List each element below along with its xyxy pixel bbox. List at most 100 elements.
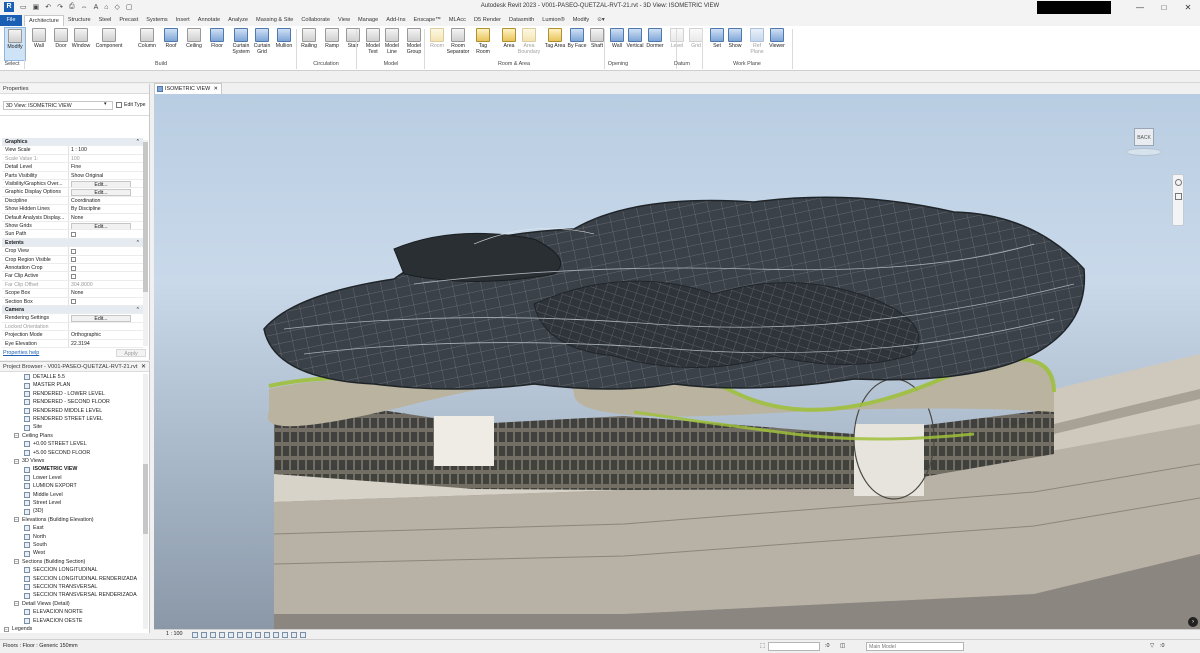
property-row[interactable]: Rendering Settings Edit... <box>2 314 143 323</box>
viewcube-face[interactable]: BACK <box>1134 128 1154 146</box>
browser-group[interactable]: − Sections (Building Section) <box>14 558 85 566</box>
browser-view-item[interactable]: RENDERED - LOWER LEVEL <box>24 390 105 398</box>
temporary-hide-icon[interactable] <box>264 632 270 638</box>
text-icon[interactable]: A <box>94 4 99 11</box>
chevron-up-icon[interactable]: ⌃ <box>136 138 143 145</box>
ribbon-button-stair[interactable]: Stair <box>342 27 364 61</box>
property-value[interactable] <box>68 255 143 263</box>
browser-view-item[interactable]: RENDERED MIDDLE LEVEL <box>24 407 102 415</box>
save-icon[interactable]: ▣ <box>33 3 40 11</box>
checkbox[interactable] <box>71 231 76 237</box>
browser-view-item[interactable]: Lower Level <box>24 474 62 482</box>
ribbon-button-dormer[interactable]: Dormer <box>644 27 666 61</box>
ribbon-button-by-face[interactable]: By Face <box>566 27 588 61</box>
properties-help-link[interactable]: Properties help <box>3 350 39 356</box>
tab-enscape-[interactable]: Enscape™ <box>410 15 445 26</box>
property-value[interactable] <box>68 272 143 280</box>
viewcube[interactable]: BACK <box>1124 124 1164 158</box>
property-row[interactable]: Far Clip Offset 304.8000 <box>2 280 143 290</box>
property-row[interactable]: Scope Box None <box>2 289 143 298</box>
chevron-up-icon[interactable]: ⌃ <box>136 306 143 313</box>
ribbon-button-area-boundary[interactable]: Area Boundary <box>518 27 540 61</box>
ribbon-button-vertical[interactable]: Vertical <box>624 27 646 61</box>
browser-view-item[interactable]: DETALLE 5.5 <box>24 373 65 381</box>
tab-collaborate[interactable]: Collaborate <box>297 15 334 26</box>
tab-mlacc[interactable]: MLAcc <box>445 15 470 26</box>
close-tab-icon[interactable]: ✕ <box>213 84 218 94</box>
ribbon-button-tag-area[interactable]: Tag Area <box>544 27 566 61</box>
property-row[interactable]: Crop View <box>2 247 143 256</box>
revit-logo-icon[interactable]: R <box>4 2 14 12</box>
sun-path-icon[interactable] <box>210 632 216 638</box>
edit-button[interactable]: Edit... <box>71 314 131 322</box>
ribbon-button-curtain-system[interactable]: Curtain System <box>230 27 252 61</box>
ribbon-button-ref-plane[interactable]: Ref Plane <box>746 27 768 61</box>
collapse-icon[interactable]: − <box>14 601 19 607</box>
type-selector[interactable]: 3D View: ISOMETRIC VIEW ▾ Edit Type <box>0 94 149 116</box>
checkbox[interactable] <box>71 248 76 254</box>
property-value[interactable]: 304.8000 <box>68 280 143 289</box>
browser-view-item[interactable]: Street Level <box>24 499 61 507</box>
browser-view-item[interactable]: South <box>24 541 47 549</box>
browser-view-item[interactable]: SECCION TRANSVERSAL <box>24 583 97 591</box>
measure-icon[interactable]: ⇔ <box>81 4 88 11</box>
workset-icon[interactable]: ⬚ <box>760 640 765 653</box>
browser-view-item[interactable]: SECCION LONGITUDINAL <box>24 566 98 574</box>
undo-icon[interactable]: ↶ <box>45 3 51 11</box>
collapse-icon[interactable]: − <box>14 433 19 439</box>
lock-3d-icon[interactable] <box>255 632 261 638</box>
browser-group[interactable]: − Legends <box>4 625 32 633</box>
crop-icon[interactable] <box>237 632 243 638</box>
property-group[interactable]: Camera ⌃ <box>2 306 143 315</box>
tab-datasmith[interactable]: Datasmith <box>505 15 538 26</box>
edit-button[interactable]: Edit... <box>71 222 131 230</box>
browser-view-item[interactable]: ISOMETRIC VIEW <box>24 465 77 473</box>
browser-view-item[interactable]: +0.00 STREET LEVEL <box>24 440 87 448</box>
property-value[interactable]: None <box>68 213 143 221</box>
ribbon-button-roof[interactable]: Roof <box>160 27 182 61</box>
ribbon-button-floor[interactable]: Floor <box>206 27 228 61</box>
ribbon-button-grid[interactable]: Grid <box>685 27 707 61</box>
ribbon-button-curtain-grid[interactable]: Curtain Grid <box>251 27 273 61</box>
chevron-up-icon[interactable]: ⌃ <box>136 239 143 246</box>
property-value[interactable]: Edit... <box>68 188 143 196</box>
navigation-bar[interactable] <box>1172 174 1184 226</box>
ribbon-options-icon[interactable]: ⊙▾ <box>593 15 609 26</box>
property-value[interactable]: By Discipline <box>68 205 143 213</box>
browser-view-item[interactable]: RENDERED STREET LEVEL <box>24 415 103 423</box>
browser-view-item[interactable]: MASTER PLAN <box>24 381 70 389</box>
browser-view-item[interactable]: North <box>24 533 46 541</box>
browser-view-item[interactable]: East <box>24 524 44 532</box>
ribbon-button-tag-room[interactable]: Tag Room <box>472 27 494 61</box>
ribbon-button-ceiling[interactable]: Ceiling <box>183 27 205 61</box>
property-row[interactable]: Parts Visibility Show Original <box>2 171 143 180</box>
property-value[interactable]: Show Original <box>68 171 143 179</box>
property-value[interactable]: None <box>68 289 143 297</box>
checkbox[interactable] <box>71 257 76 263</box>
edit-button[interactable]: Edit... <box>71 188 131 196</box>
ribbon-button-component[interactable]: Component <box>96 27 122 61</box>
visual-style-icon[interactable] <box>201 632 207 638</box>
collapse-icon[interactable]: − <box>14 458 19 464</box>
ribbon-button-room[interactable]: Room <box>426 27 448 61</box>
ribbon-button-mullion[interactable]: Mullion <box>273 27 295 61</box>
ribbon-button-ramp[interactable]: Ramp <box>321 27 343 61</box>
filter-icon[interactable]: ▽ <box>1150 640 1154 653</box>
tab-analyze[interactable]: Analyze <box>224 15 252 26</box>
browser-view-item[interactable]: SECCION LONGITUDINAL RENDERIZADA <box>24 575 137 583</box>
tab-lumion-[interactable]: Lumion® <box>538 15 568 26</box>
property-value[interactable]: Edit... <box>68 180 143 188</box>
browser-group[interactable]: −3D Views <box>14 457 44 465</box>
analytical-icon[interactable] <box>282 632 288 638</box>
property-row[interactable]: Visibility/Graphics Over... Edit... <box>2 180 143 189</box>
render-icon[interactable] <box>228 632 234 638</box>
constraints-icon[interactable] <box>300 632 306 638</box>
ribbon-button-modify[interactable]: Modify <box>4 27 26 61</box>
tab-structure[interactable]: Structure <box>64 15 95 26</box>
tab-manage[interactable]: Manage <box>354 15 382 26</box>
checkbox[interactable] <box>71 265 76 271</box>
property-row[interactable]: Section Box <box>2 297 143 306</box>
property-value[interactable] <box>68 247 143 255</box>
tab-view[interactable]: View <box>334 15 354 26</box>
edit-button[interactable]: Edit... <box>71 180 131 188</box>
